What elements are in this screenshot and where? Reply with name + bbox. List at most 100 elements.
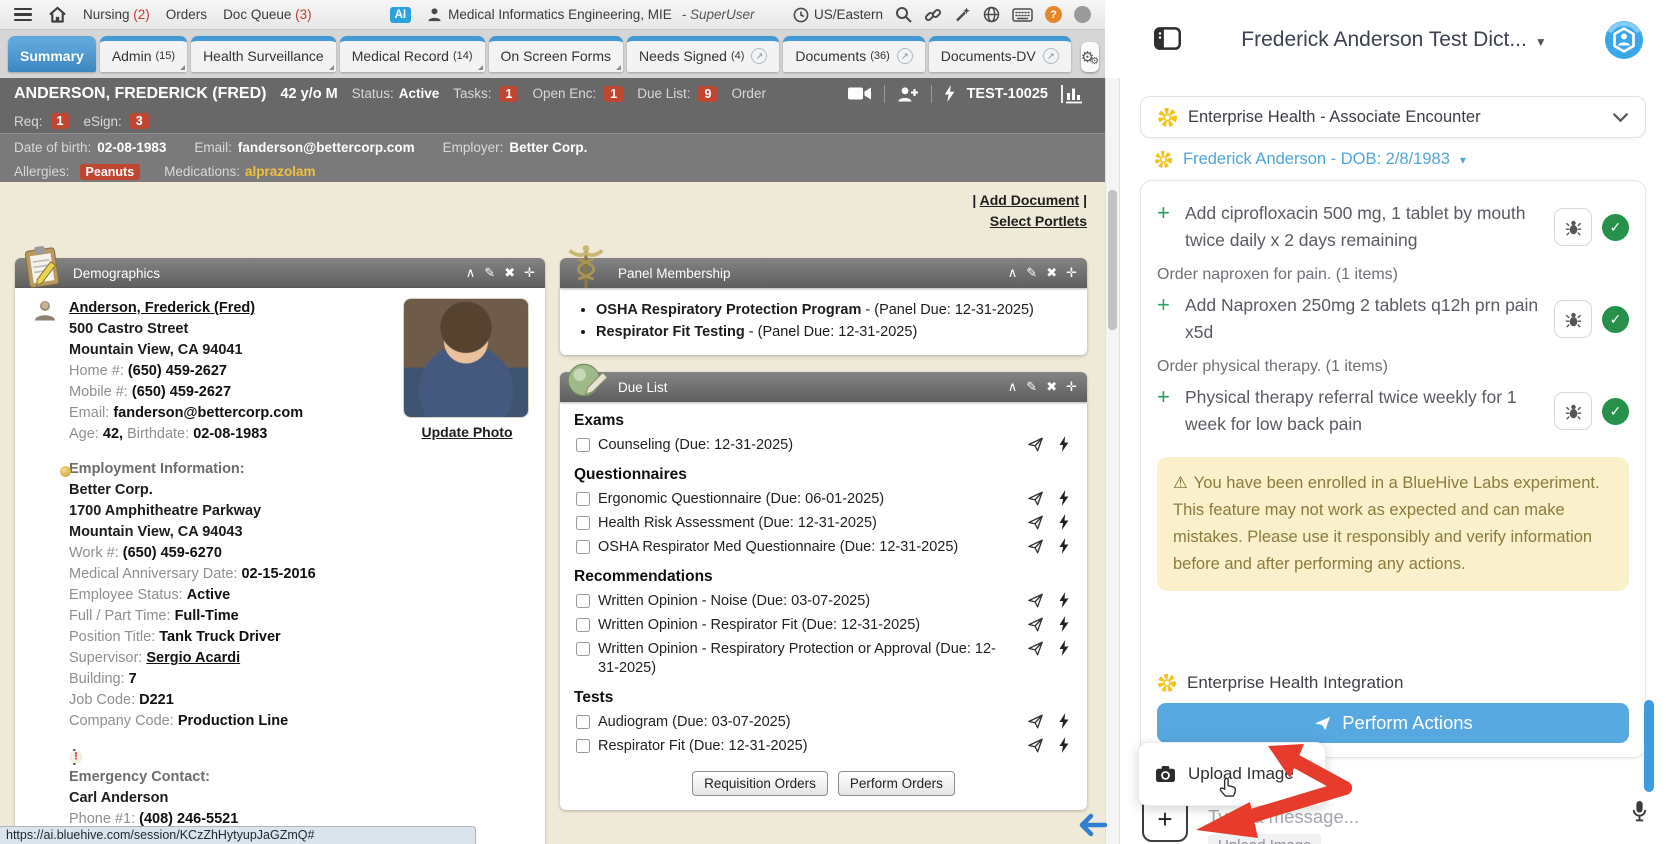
perform-bolt-icon[interactable] [1059, 640, 1069, 656]
open-enc-badge[interactable]: 1 [604, 86, 623, 102]
ai-badge[interactable]: AI [390, 7, 412, 23]
perform-bolt-icon[interactable] [1059, 436, 1069, 452]
supervisor-link[interactable]: Sergio Acardi [146, 650, 240, 666]
add-document-link[interactable]: Add Document [980, 192, 1080, 208]
perform-bolt-icon[interactable] [1059, 713, 1069, 729]
requisition-orders-button[interactable]: Requisition Orders [692, 771, 828, 796]
help-icon[interactable]: ? [1045, 6, 1062, 23]
tab-on-screen-forms[interactable]: On Screen Forms [489, 36, 623, 72]
debug-bug-icon[interactable] [1554, 208, 1592, 246]
address-line: Mountain View, CA 94041 [69, 340, 359, 361]
allergy-badge[interactable]: Peanuts [80, 164, 141, 180]
req-badge[interactable]: 1 [51, 113, 70, 129]
perform-bolt-icon[interactable] [1059, 490, 1069, 506]
tab-documents[interactable]: Documents(36)↗ [783, 36, 924, 72]
checkbox[interactable] [576, 715, 590, 729]
requisition-icon[interactable] [1027, 515, 1044, 530]
order-link[interactable]: Order [731, 86, 766, 101]
hamburger-menu-icon[interactable] [14, 8, 32, 22]
nav-doc-queue[interactable]: Doc Queue (3) [223, 7, 312, 22]
home-icon[interactable] [48, 6, 67, 23]
session-title-dropdown[interactable]: Frederick Anderson Test Dict...▼ [1120, 28, 1668, 52]
chevron-down-icon[interactable] [1612, 112, 1629, 123]
move-icon[interactable]: ✛ [1066, 379, 1077, 395]
requisition-icon[interactable] [1027, 714, 1044, 729]
keyboard-icon[interactable] [1012, 8, 1033, 22]
avatar[interactable] [1074, 6, 1091, 23]
tab-admin[interactable]: Admin(15) [100, 36, 187, 72]
tab-medical-record[interactable]: Medical Record(14) [340, 36, 485, 72]
debug-bug-icon[interactable] [1554, 392, 1592, 430]
collapse-panel-arrow-icon[interactable] [1076, 812, 1108, 838]
perform-bolt-icon[interactable] [1059, 616, 1069, 632]
update-photo-link[interactable]: Update Photo [422, 424, 513, 440]
due-list-badge[interactable]: 9 [698, 86, 717, 102]
perform-orders-button[interactable]: Perform Orders [838, 771, 955, 796]
chat-scrollbar-thumb[interactable] [1644, 700, 1654, 792]
tab-health-surveillance[interactable]: Health Surveillance [191, 36, 336, 72]
checkbox[interactable] [576, 618, 590, 632]
patient-name-link[interactable]: Anderson, Frederick (Fred) [69, 300, 255, 316]
labs-warning-banner: ⚠You have been enrolled in a BlueHive La… [1157, 457, 1629, 591]
tab-settings-gear-icon[interactable]: ⚙⚙ [1081, 42, 1099, 72]
checkbox[interactable] [576, 642, 590, 656]
edit-icon[interactable]: ✎ [1026, 379, 1037, 395]
collapse-icon[interactable]: ∧ [1008, 379, 1018, 395]
close-icon[interactable]: ✖ [1046, 379, 1057, 395]
checkbox[interactable] [576, 594, 590, 608]
nav-nursing[interactable]: Nursing (2) [83, 7, 150, 22]
move-icon[interactable]: ✛ [524, 265, 535, 281]
main-scrollbar[interactable] [1105, 78, 1120, 844]
close-icon[interactable]: ✖ [504, 265, 515, 281]
tab-needs-signed[interactable]: Needs Signed(4)↗ [627, 36, 779, 72]
perform-bolt-icon[interactable] [1059, 737, 1069, 753]
requisition-icon[interactable] [1027, 539, 1044, 554]
flowsheet-chart-icon[interactable] [1060, 84, 1085, 104]
requisition-icon[interactable] [1027, 491, 1044, 506]
checkbox[interactable] [576, 540, 590, 554]
requisition-icon[interactable] [1027, 738, 1044, 753]
scrollbar-thumb[interactable] [1108, 190, 1117, 330]
tab-documents-dv[interactable]: Documents-DV↗ [929, 36, 1071, 72]
nav-orders[interactable]: Orders [166, 7, 207, 22]
perform-bolt-icon[interactable] [1059, 538, 1069, 554]
checkbox[interactable] [576, 492, 590, 506]
globe-icon[interactable] [983, 6, 1000, 23]
wand-icon[interactable] [954, 6, 971, 23]
debug-bug-icon[interactable] [1554, 300, 1592, 338]
move-icon[interactable]: ✛ [1066, 265, 1077, 281]
quick-action-bolt-icon[interactable] [944, 85, 955, 102]
collapse-icon[interactable]: ∧ [1008, 265, 1018, 281]
integration-header-card[interactable]: Enterprise Health - Associate Encounter [1140, 96, 1646, 138]
medication-value[interactable]: alprazolam [245, 164, 316, 179]
esign-badge[interactable]: 3 [130, 113, 149, 129]
edit-icon[interactable]: ✎ [484, 265, 495, 281]
link-icon[interactable] [924, 6, 942, 24]
add-person-icon[interactable] [897, 86, 919, 102]
due-list-icon [564, 357, 612, 405]
requisition-icon[interactable] [1027, 617, 1044, 632]
upload-image-menu-item[interactable]: Upload Image [1138, 742, 1326, 806]
edit-icon[interactable]: ✎ [1026, 265, 1037, 281]
requisition-icon[interactable] [1027, 593, 1044, 608]
collapse-icon[interactable]: ∧ [466, 265, 476, 281]
perform-bolt-icon[interactable] [1059, 592, 1069, 608]
chevron-down-icon: ▾ [1460, 153, 1466, 167]
video-camera-icon[interactable] [848, 86, 872, 101]
timezone-selector[interactable]: US/Eastern [793, 7, 883, 23]
microphone-icon[interactable] [1631, 800, 1648, 823]
checkbox[interactable] [576, 516, 590, 530]
perform-bolt-icon[interactable] [1059, 514, 1069, 530]
checkbox[interactable] [576, 739, 590, 753]
patient-context-dropdown[interactable]: Frederick Anderson - DOB: 2/8/1983▾ [1154, 150, 1466, 169]
requisition-icon[interactable] [1027, 641, 1044, 656]
select-portlets-link[interactable]: Select Portlets [990, 213, 1087, 229]
checkbox[interactable] [576, 438, 590, 452]
search-icon[interactable] [895, 6, 912, 23]
portlet-links: | Add Document | Select Portlets [972, 190, 1087, 232]
tab-summary[interactable]: Summary [8, 36, 96, 72]
requisition-icon[interactable] [1027, 437, 1044, 452]
perform-actions-button[interactable]: Perform Actions [1157, 703, 1629, 743]
tasks-count-badge[interactable]: 1 [500, 86, 519, 102]
close-icon[interactable]: ✖ [1046, 265, 1057, 281]
